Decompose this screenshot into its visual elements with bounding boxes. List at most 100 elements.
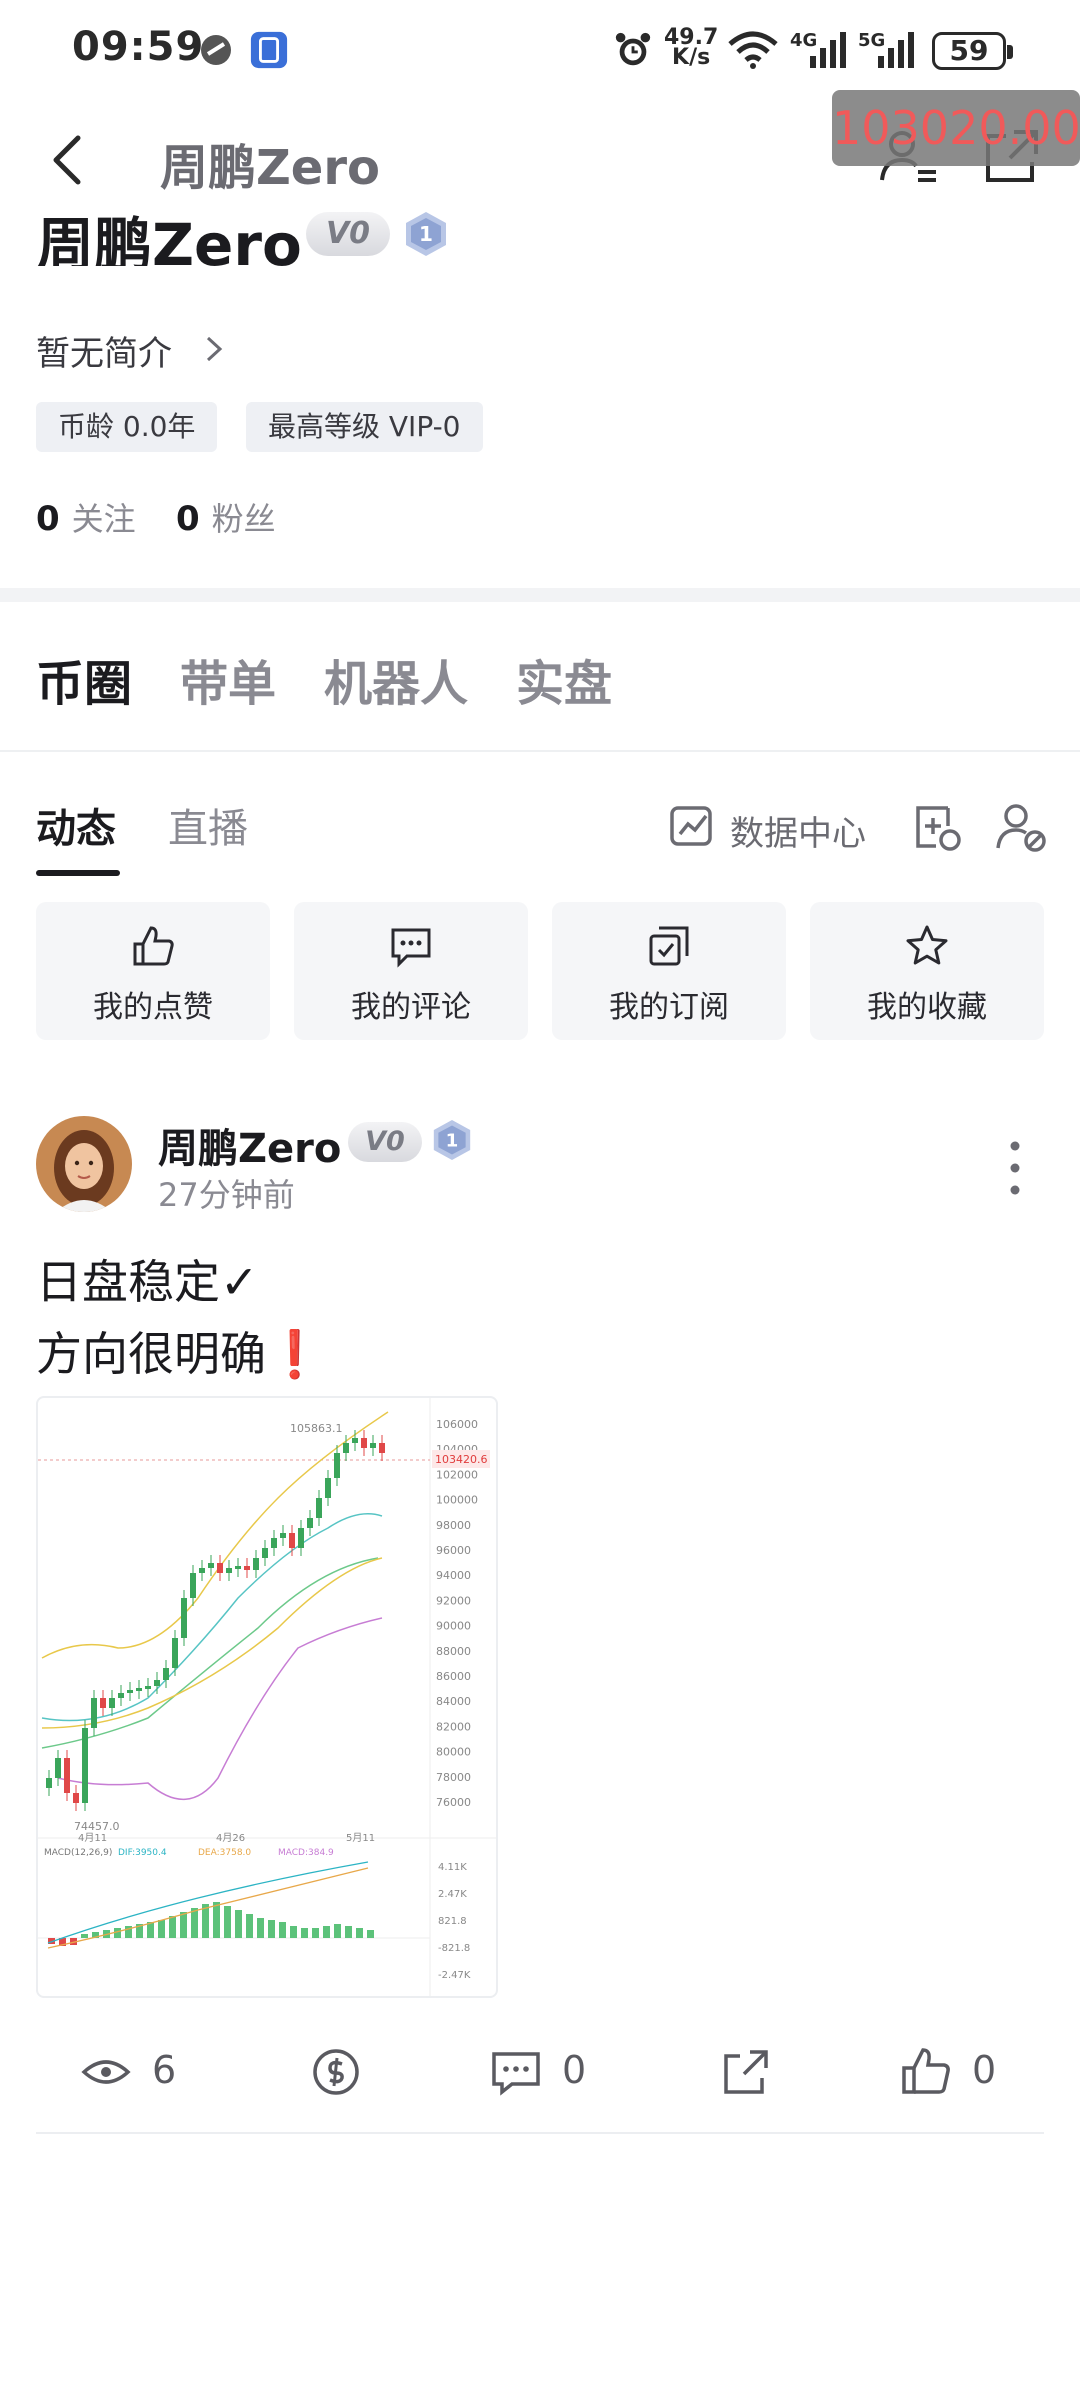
post-level-badge-icon: 1: [433, 1120, 471, 1160]
y-tick-label: 78000: [436, 1771, 471, 1784]
exclamation-emoji: ❗: [266, 1327, 324, 1381]
followers-label: 粉丝: [211, 500, 276, 538]
subtab-feed[interactable]: 动态: [36, 796, 116, 854]
my-favorites-label: 我的收藏: [867, 990, 987, 1025]
macd-bar: [180, 1912, 187, 1938]
battery-indicator: 59: [932, 32, 1013, 70]
followers-stat[interactable]: 0 粉丝: [176, 494, 276, 540]
level-badge-icon: 1: [406, 212, 446, 256]
candle-body: [343, 1443, 349, 1453]
macd-bar: [191, 1908, 198, 1938]
status-bar: 09:59 49.7 K/s 4G 5G 59: [0, 0, 1080, 100]
post-text-line-2-text: 方向很明确: [36, 1327, 266, 1381]
macd-tick-label: 4.11K: [438, 1862, 467, 1873]
chart-current-price: 103420.6: [435, 1453, 488, 1466]
candle-body: [127, 1690, 133, 1693]
candle-body: [73, 1793, 79, 1803]
macd-tick-label: 2.47K: [438, 1889, 467, 1900]
following-label: 关注: [71, 500, 136, 538]
header-title: 周鹏Zero: [160, 140, 381, 196]
y-tick-label: 90000: [436, 1620, 471, 1633]
my-favorites-button[interactable]: 我的收藏: [810, 902, 1044, 1040]
share-icon: [724, 2050, 768, 2094]
more-options-icon[interactable]: [1000, 1138, 1030, 1198]
my-likes-button[interactable]: 我的点赞: [36, 902, 270, 1040]
macd-value: MACD:384.9: [278, 1848, 334, 1858]
my-subscriptions-button[interactable]: 我的订阅: [552, 902, 786, 1040]
views-count: 6: [152, 2048, 177, 2092]
post-author-name[interactable]: 周鹏Zero: [158, 1116, 341, 1174]
candle-body: [280, 1533, 286, 1538]
coin-age-tag: 币龄 0.0年: [36, 402, 218, 452]
comments-count: 0: [562, 2048, 587, 2092]
section-divider: [0, 588, 1080, 602]
y-tick-label: 86000: [436, 1670, 471, 1683]
post-timestamp: 27分钟前: [158, 1176, 295, 1214]
candle-body: [271, 1538, 277, 1548]
wifi-icon: [728, 31, 778, 69]
macd-bar: [367, 1930, 374, 1938]
back-button[interactable]: [40, 128, 96, 192]
my-comments-label: 我的评论: [351, 990, 471, 1025]
y-tick-label: 106000: [436, 1418, 478, 1431]
bio-link[interactable]: 暂无简介: [36, 326, 172, 375]
subtab-live[interactable]: 直播: [168, 796, 248, 854]
candle-body: [172, 1638, 178, 1668]
post-chart-image[interactable]: 106000 104000 102000 100000 98000 96000 94000 9…: [36, 1396, 498, 1998]
candle-body: [361, 1438, 367, 1448]
tab-copy-trading[interactable]: 带单: [180, 644, 276, 714]
signal-icon-1: [810, 32, 846, 68]
signal-icon-2: [878, 32, 914, 68]
level-badge-number: 1: [419, 222, 433, 246]
macd-bar: [257, 1918, 264, 1938]
author-avatar[interactable]: [36, 1116, 132, 1212]
candle-body: [352, 1438, 358, 1443]
following-stat[interactable]: 0 关注: [36, 494, 136, 540]
candle-body: [370, 1443, 376, 1448]
x-tick-label: 4月11: [78, 1832, 107, 1844]
profile-name: 周鹏Zero: [36, 211, 302, 266]
candle-body: [109, 1698, 115, 1708]
star-icon: [906, 925, 948, 965]
macd-bar: [334, 1924, 341, 1938]
post-level-badge-number: 1: [446, 1130, 459, 1151]
comment-icon: [492, 2052, 540, 2096]
candle-body: [235, 1566, 241, 1569]
network-speed-unit: K/s: [672, 45, 711, 70]
candle-body: [163, 1668, 169, 1680]
candle-body: [307, 1518, 313, 1528]
data-center-label: 数据中心: [730, 814, 866, 854]
tab-coin-circle[interactable]: 币圈: [36, 644, 132, 714]
chart-low-label: 74457.0: [74, 1820, 120, 1833]
floating-price-overlay[interactable]: 103020.00: [832, 90, 1080, 166]
coin-tip-icon: [313, 2049, 359, 2095]
macd-bar: [345, 1926, 352, 1938]
macd-bar: [169, 1916, 176, 1938]
user-settings-icon[interactable]: [994, 800, 1048, 854]
candle-body: [64, 1758, 70, 1793]
likes-count: 0: [972, 2048, 997, 2092]
macd-tick-label: 821.8: [438, 1916, 467, 1927]
candle-body: [181, 1598, 187, 1638]
candle-body: [316, 1498, 322, 1518]
my-comments-button[interactable]: 我的评论: [294, 902, 528, 1040]
y-tick-label: 98000: [436, 1519, 471, 1532]
candle-body: [334, 1453, 340, 1478]
tab-bots[interactable]: 机器人: [324, 644, 468, 714]
vip-badge: V0: [306, 212, 390, 256]
thumbs-up-icon: [902, 2048, 950, 2094]
candle-body: [145, 1686, 151, 1689]
macd-bar: [290, 1926, 297, 1938]
tab-live-trading[interactable]: 实盘: [516, 644, 612, 714]
macd-bar: [312, 1928, 319, 1938]
add-post-icon[interactable]: [910, 800, 964, 854]
candle-body: [118, 1693, 124, 1698]
alarm-icon: [615, 32, 651, 66]
y-tick-label: 82000: [436, 1720, 471, 1733]
candle-body: [82, 1728, 88, 1803]
app-shield-icon: [250, 31, 288, 69]
followers-count: 0: [176, 499, 200, 539]
post-divider: [36, 2132, 1044, 2134]
tabs-divider: [0, 750, 1080, 752]
data-center-icon: [670, 806, 712, 846]
